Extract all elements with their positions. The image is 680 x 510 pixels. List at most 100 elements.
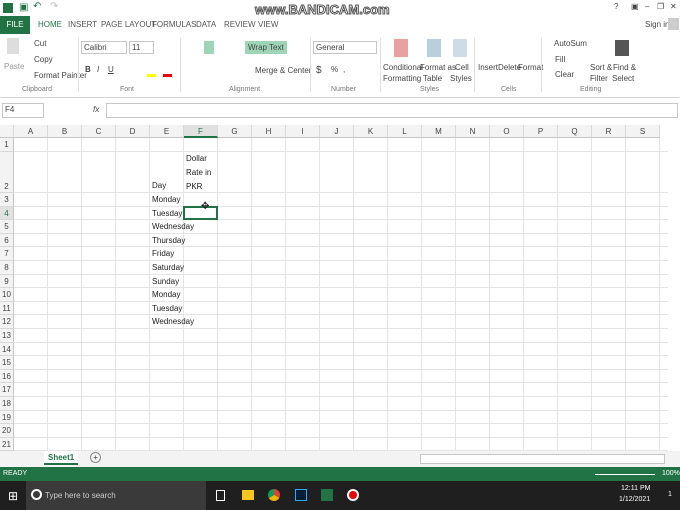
restore-button[interactable]: ❐ xyxy=(657,2,664,11)
column-header[interactable]: D xyxy=(116,125,150,138)
insert-function-button[interactable]: fx xyxy=(93,105,99,114)
merge-center-button[interactable]: Merge & Center xyxy=(255,66,311,75)
comma-button[interactable]: , xyxy=(343,65,345,74)
select-all-corner[interactable] xyxy=(0,125,14,138)
conditional-formatting-label-2[interactable]: Formatting xyxy=(383,74,421,83)
minimize-button[interactable]: – xyxy=(645,2,649,11)
insert-button[interactable]: Insert xyxy=(478,63,498,72)
paste-button[interactable]: Paste xyxy=(4,62,24,71)
row-header[interactable]: 4 xyxy=(0,206,14,221)
column-header[interactable]: P xyxy=(524,125,558,138)
tab-page-layout[interactable]: PAGE LAYOUT xyxy=(101,20,156,29)
chrome-icon[interactable] xyxy=(268,489,280,501)
taskbar-search[interactable]: Type here to search xyxy=(26,481,206,510)
cell-E2[interactable]: Day xyxy=(152,181,166,190)
cell-E11[interactable]: Tuesday xyxy=(152,304,182,313)
excel-taskbar-icon[interactable] xyxy=(321,489,333,501)
column-header[interactable]: G xyxy=(218,125,252,138)
fill-button[interactable]: Fill xyxy=(555,55,565,64)
row-header[interactable]: 14 xyxy=(0,342,14,357)
tab-insert[interactable]: INSERT xyxy=(68,20,97,29)
column-header[interactable]: B xyxy=(48,125,82,138)
notifications-badge[interactable]: 1 xyxy=(668,491,672,498)
tab-data[interactable]: DATA xyxy=(196,20,216,29)
find-select-button[interactable]: Find & xyxy=(613,63,636,72)
row-header[interactable]: 12 xyxy=(0,315,14,329)
help-button[interactable]: ? xyxy=(614,2,618,11)
row-header[interactable]: 10 xyxy=(0,288,14,302)
row-header[interactable]: 3 xyxy=(0,193,14,207)
row-header[interactable]: 20 xyxy=(0,424,14,438)
cut-button[interactable]: Cut xyxy=(34,39,46,48)
font-name-select[interactable]: Calibri xyxy=(81,41,127,54)
row-header[interactable]: 17 xyxy=(0,383,14,397)
cell-styles-label-2[interactable]: Styles xyxy=(450,74,472,83)
format-as-table-label-2[interactable]: Table xyxy=(423,74,442,83)
cell-E8[interactable]: Saturday xyxy=(152,263,184,272)
tab-file[interactable]: FILE xyxy=(0,16,30,34)
column-header[interactable]: O xyxy=(490,125,524,138)
column-header[interactable]: F xyxy=(184,125,218,138)
cell-E3[interactable]: Monday xyxy=(152,195,180,204)
wrap-text-button[interactable]: Wrap Text xyxy=(245,41,287,54)
cell-F2-line[interactable]: Dollar xyxy=(186,154,207,163)
format-as-table-button[interactable]: Format as xyxy=(420,63,456,72)
row-header[interactable]: 5 xyxy=(0,220,14,234)
row-header[interactable]: 11 xyxy=(0,301,14,316)
record-icon[interactable] xyxy=(347,489,359,501)
new-sheet-button[interactable]: + xyxy=(90,452,101,463)
find-select-label-2[interactable]: Select xyxy=(612,74,634,83)
clock-date[interactable]: 1/12/2021 xyxy=(619,496,650,503)
zoom-level[interactable]: 100% xyxy=(662,470,680,477)
ribbon-display-button[interactable]: ▣ xyxy=(631,2,639,11)
task-view-icon[interactable] xyxy=(216,490,225,501)
name-box[interactable]: F4 xyxy=(2,103,44,118)
percent-button[interactable]: % xyxy=(331,65,338,74)
column-header[interactable]: A xyxy=(14,125,48,138)
cell-E6[interactable]: Thursday xyxy=(152,236,185,245)
column-header[interactable]: J xyxy=(320,125,354,138)
row-header[interactable]: 18 xyxy=(0,397,14,411)
column-header[interactable]: M xyxy=(422,125,456,138)
column-header[interactable]: Q xyxy=(558,125,592,138)
sort-filter-button[interactable]: Sort & xyxy=(590,63,612,72)
row-header[interactable]: 13 xyxy=(0,329,14,343)
row-header[interactable]: 9 xyxy=(0,274,14,289)
formula-input[interactable] xyxy=(106,103,678,118)
underline-button[interactable]: U xyxy=(108,65,114,74)
format-button[interactable]: Format xyxy=(518,63,543,72)
bold-button[interactable]: B xyxy=(85,65,91,74)
tab-view[interactable]: VIEW xyxy=(258,20,278,29)
column-header[interactable]: I xyxy=(286,125,320,138)
cell-styles-button[interactable]: Cell xyxy=(455,63,469,72)
sign-in-link[interactable]: Sign in xyxy=(645,20,669,29)
cell-E10[interactable]: Monday xyxy=(152,290,180,299)
fill-color-icon[interactable] xyxy=(147,74,156,77)
redo-icon[interactable]: ↷ xyxy=(50,1,58,12)
row-header[interactable]: 16 xyxy=(0,369,14,384)
row-header[interactable]: 7 xyxy=(0,247,14,261)
photoshop-icon[interactable] xyxy=(295,489,307,501)
column-header[interactable]: H xyxy=(252,125,286,138)
copy-button[interactable]: Copy xyxy=(34,55,53,64)
clock-time[interactable]: 12:11 PM xyxy=(621,485,650,492)
currency-button[interactable]: $ xyxy=(316,65,322,76)
file-explorer-icon[interactable] xyxy=(242,490,254,500)
row-header[interactable]: 21 xyxy=(0,437,14,451)
column-header[interactable]: S xyxy=(626,125,660,138)
tab-formulas[interactable]: FORMULAS xyxy=(152,20,196,29)
windows-start-icon[interactable]: ⊞ xyxy=(8,489,18,503)
row-header[interactable]: 15 xyxy=(0,356,14,370)
cell-F2-line[interactable]: PKR xyxy=(186,182,202,191)
row-header[interactable]: 19 xyxy=(0,410,14,425)
save-icon[interactable]: ▣ xyxy=(19,2,28,13)
cell-E4[interactable]: Tuesday xyxy=(152,209,182,218)
row-header[interactable]: 1 xyxy=(0,138,14,152)
column-header[interactable]: R xyxy=(592,125,626,138)
sort-filter-label-2[interactable]: Filter xyxy=(590,74,608,83)
row-header[interactable]: 8 xyxy=(0,261,14,275)
conditional-formatting-button[interactable]: Conditional xyxy=(383,63,423,72)
zoom-slider[interactable] xyxy=(595,474,655,475)
row-header[interactable]: 6 xyxy=(0,233,14,248)
undo-icon[interactable]: ↶ xyxy=(33,1,41,12)
